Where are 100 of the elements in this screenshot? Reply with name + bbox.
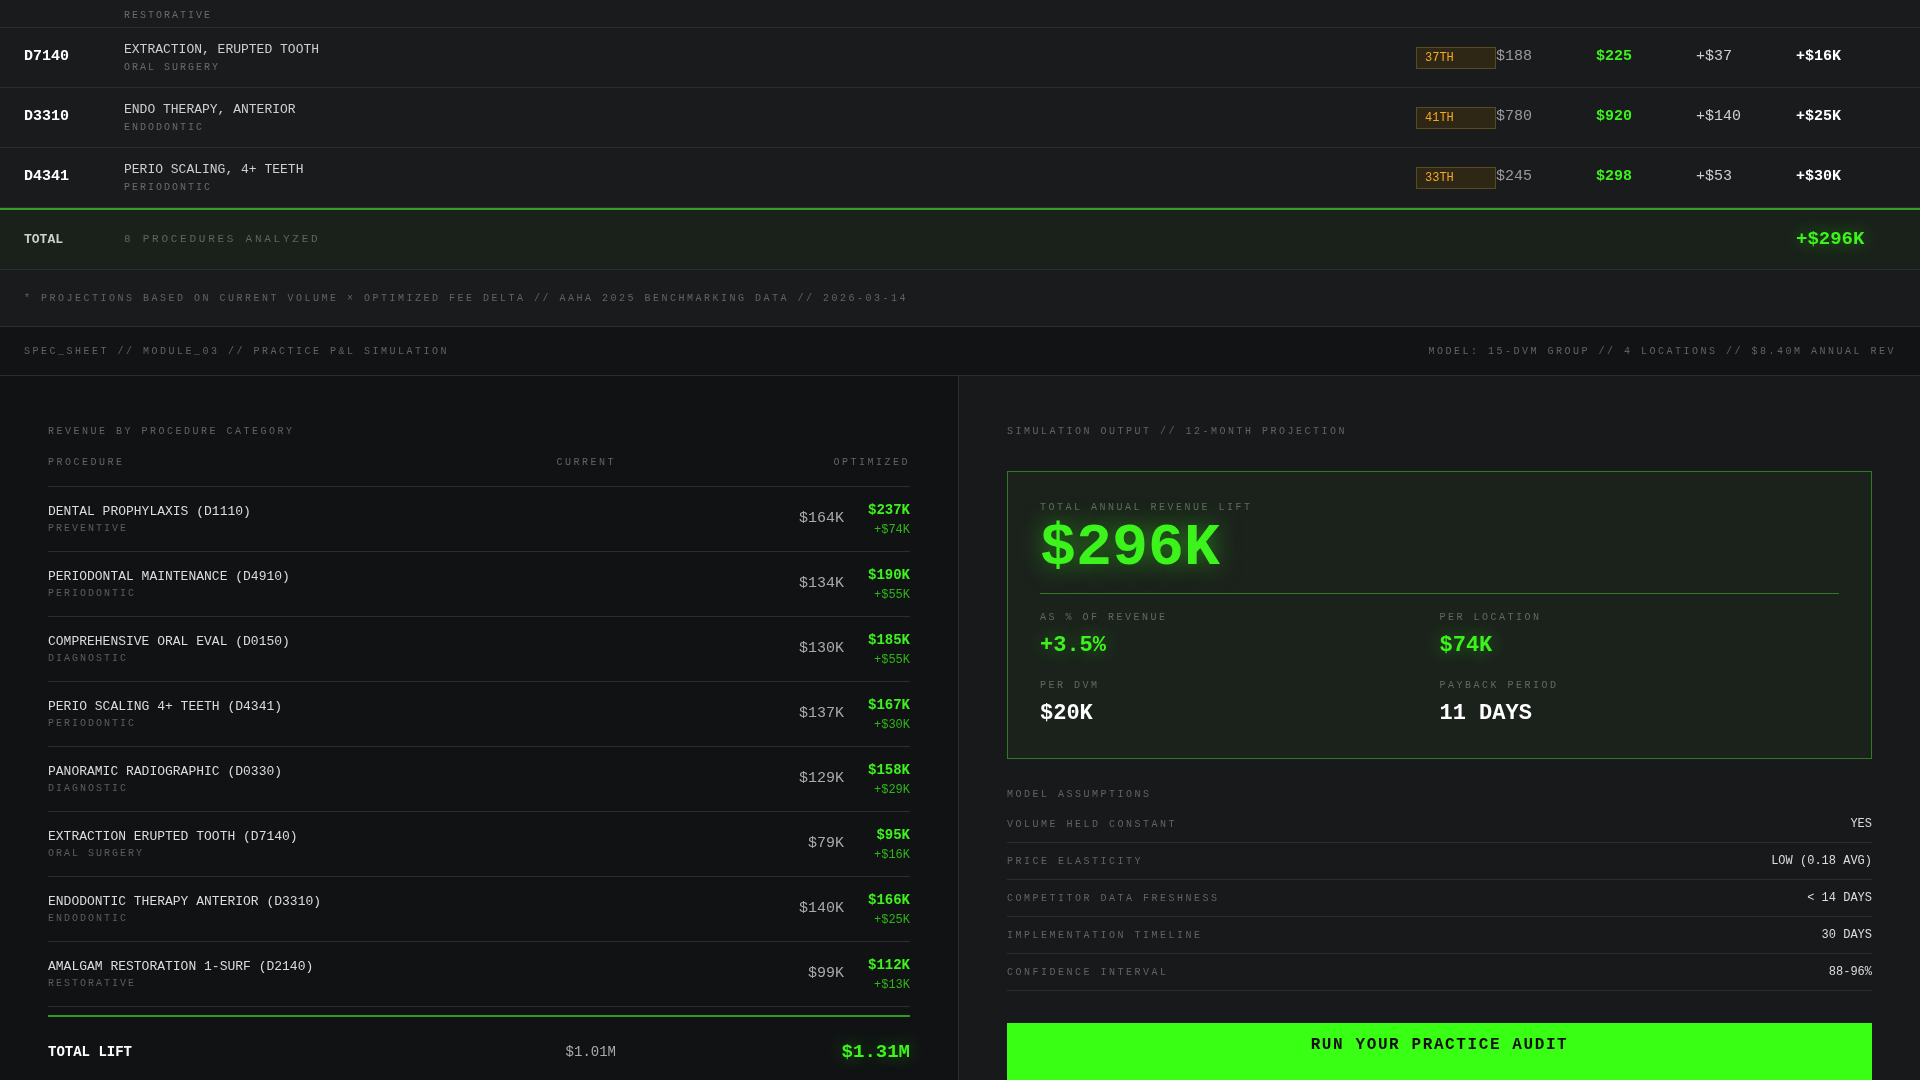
- assumption-label: IMPLEMENTATION TIMELINE: [1007, 928, 1203, 943]
- procedure-name: EXTRACTION ERUPTED TOOTH (D7140): [48, 827, 298, 846]
- revenue-lift: +$25K: [874, 911, 910, 929]
- headline-value: $296K: [1040, 515, 1221, 581]
- section-title: REVENUE BY PROCEDURE CATEGORY: [48, 425, 295, 439]
- revenue-lift: +$74K: [874, 521, 910, 539]
- stat-value: $20K: [1040, 700, 1093, 728]
- assumption-value: < 14 DAYS: [1807, 890, 1872, 907]
- revenue-lift: +$55K: [874, 586, 910, 604]
- section-title: MODEL ASSUMPTIONS: [1007, 788, 1152, 802]
- optimized-revenue: $167K: [868, 695, 910, 715]
- optimized-fee: $298: [1596, 167, 1633, 188]
- procedure-category: PERIODONTIC: [48, 587, 136, 602]
- procedure-category: RESTORATIVE: [124, 9, 212, 23]
- procedure-name: DENTAL PROPHYLAXIS (D1110): [48, 502, 251, 521]
- procedure-category: PERIODONTIC: [48, 717, 136, 732]
- column-header: CURRENT: [555, 456, 616, 470]
- fee-delta: +$53: [1696, 167, 1733, 188]
- procedure-name: PERIODONTAL MAINTENANCE (D4910): [48, 567, 290, 586]
- fee-delta: +$140: [1696, 107, 1742, 128]
- assumption-value: 30 DAYS: [1821, 927, 1872, 944]
- assumption-label: VOLUME HELD CONSTANT: [1007, 817, 1178, 832]
- revenue-lift: +$13K: [874, 976, 910, 994]
- model-summary: MODEL: 15-DVM GROUP // 4 LOCATIONS // $8.40M ANNUAL REV: [1428, 344, 1896, 359]
- current-fee: $780: [1496, 107, 1533, 128]
- stat-value: +3.5%: [1040, 632, 1106, 660]
- current-revenue: $130K: [799, 638, 844, 659]
- optimized-revenue: $185K: [868, 630, 910, 650]
- procedure-category: PERIODONTIC: [124, 180, 212, 195]
- optimized-revenue: $158K: [868, 760, 910, 780]
- optimized-revenue: $95K: [876, 825, 910, 845]
- fee-delta: +$37: [1696, 47, 1733, 68]
- current-revenue: $99K: [808, 963, 844, 984]
- current-revenue: $137K: [799, 703, 844, 724]
- total-optimized: $1.31M: [840, 1039, 910, 1065]
- assumption-label: CONFIDENCE INTERVAL: [1007, 965, 1169, 980]
- section-title: SIMULATION OUTPUT // 12-MONTH PROJECTION: [1007, 425, 1348, 439]
- revenue-lift: +$29K: [874, 781, 910, 799]
- procedure-code: D7140: [24, 47, 70, 68]
- current-revenue: $134K: [799, 573, 844, 594]
- percentile-badge: 37TH: [1416, 46, 1496, 69]
- stat-label: PER LOCATION: [1439, 611, 1542, 625]
- stat-label: AS % OF REVENUE: [1040, 611, 1168, 625]
- procedure-name: COMPREHENSIVE ORAL EVAL (D0150): [48, 632, 290, 651]
- annual-impact: +$16K: [1796, 47, 1842, 68]
- assumption-label: PRICE ELASTICITY: [1007, 854, 1143, 869]
- current-revenue: $129K: [799, 768, 844, 789]
- revenue-lift: +$16K: [874, 846, 910, 864]
- assumption-label: COMPETITOR DATA FRESHNESS: [1007, 891, 1220, 906]
- procedure-category: DIAGNOSTIC: [48, 652, 128, 667]
- assumption-value: LOW (0.18 AVG): [1771, 853, 1872, 870]
- total-lift-label: TOTAL LIFT: [48, 1042, 133, 1062]
- spec-label: SPEC_SHEET // MODULE_03 // PRACTICE P&L SIMULATION: [24, 344, 450, 359]
- annual-impact: +$25K: [1796, 107, 1842, 128]
- procedure-category: ENDODONTIC: [48, 912, 128, 927]
- procedure-category: ORAL SURGERY: [48, 847, 144, 862]
- procedure-category: DIAGNOSTIC: [48, 782, 128, 797]
- current-fee: $188: [1496, 47, 1533, 68]
- optimized-revenue: $237K: [868, 500, 910, 520]
- total-value: +$296K: [1796, 227, 1866, 253]
- revenue-lift: +$30K: [874, 716, 910, 734]
- procedure-name: AMALGAM RESTORATION 1-SURF (D2140): [48, 957, 314, 976]
- column-header: OPTIMIZED: [832, 456, 910, 470]
- stat-value: 11 DAYS: [1439, 700, 1532, 728]
- column-header: PROCEDURE: [48, 456, 126, 470]
- procedure-name: ENDODONTIC THERAPY ANTERIOR (D3310): [48, 892, 322, 911]
- current-revenue: $79K: [808, 833, 844, 854]
- annual-impact: +$30K: [1796, 167, 1842, 188]
- current-fee: $245: [1496, 167, 1533, 188]
- percentile-badge: 33TH: [1416, 166, 1496, 189]
- procedure-name: PERIO SCALING, 4+ TEETH: [124, 161, 304, 180]
- assumption-value: 88-96%: [1828, 964, 1872, 981]
- stat-value: $74K: [1439, 632, 1493, 660]
- optimized-fee: $920: [1596, 107, 1633, 128]
- total-note: 8 PROCEDURES ANALYZED: [124, 232, 322, 248]
- current-revenue: $164K: [799, 508, 844, 529]
- optimized-revenue: $190K: [868, 565, 910, 585]
- optimized-revenue: $166K: [868, 890, 910, 910]
- current-revenue: $140K: [799, 898, 844, 919]
- procedure-category: ENDODONTIC: [124, 120, 204, 135]
- procedure-category: RESTORATIVE: [48, 977, 136, 992]
- procedure-code: D3310: [24, 107, 70, 128]
- procedure-code: D4341: [24, 167, 70, 188]
- total-label: TOTAL: [24, 230, 64, 249]
- audit-button[interactable]: RUN YOUR PRACTICE AUDIT: [1007, 1023, 1872, 1080]
- procedure-name: PERIO SCALING 4+ TEETH (D4341): [48, 697, 283, 716]
- optimized-revenue: $112K: [868, 955, 910, 975]
- procedure-name: ENDO THERAPY, ANTERIOR: [124, 101, 296, 120]
- stat-label: PER DVM: [1040, 679, 1100, 693]
- total-current: $1.01M: [564, 1042, 616, 1062]
- procedure-category: PREVENTIVE: [48, 522, 128, 537]
- percentile-badge: 41TH: [1416, 106, 1496, 129]
- optimized-fee: $225: [1596, 47, 1633, 68]
- headline-label: TOTAL ANNUAL REVENUE LIFT: [1040, 501, 1253, 515]
- procedure-name: EXTRACTION, ERUPTED TOOTH: [124, 41, 320, 60]
- stat-label: PAYBACK PERIOD: [1439, 679, 1559, 693]
- procedure-name: PANORAMIC RADIOGRAPHIC (D0330): [48, 762, 283, 781]
- procedure-category: ORAL SURGERY: [124, 60, 220, 75]
- footnote: * PROJECTIONS BASED ON CURRENT VOLUME × OPTIMIZED FEE DELTA // AAHA 2025 BENCHMARKING DATA // 2026-03-14: [24, 291, 909, 306]
- revenue-lift: +$55K: [874, 651, 910, 669]
